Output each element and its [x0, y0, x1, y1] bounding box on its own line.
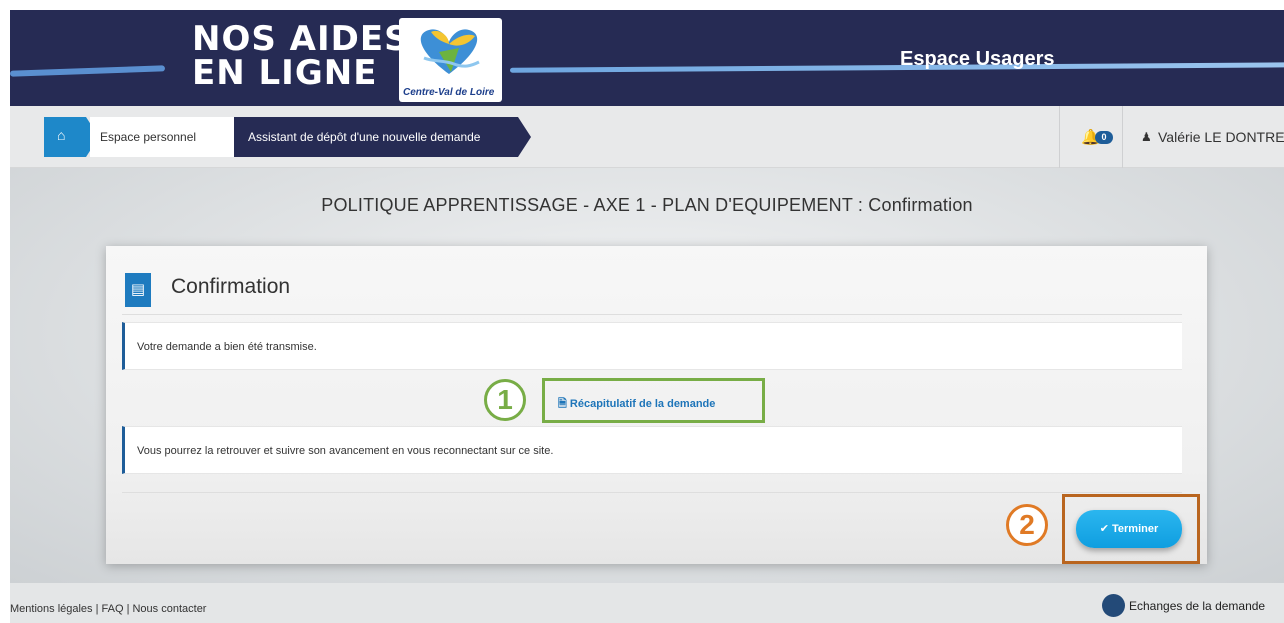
document-icon: ▤: [125, 273, 151, 307]
panel-title: Confirmation: [171, 275, 291, 298]
breadcrumb-item-current: Assistant de dépôt d'une nouvelle demand…: [234, 117, 531, 157]
breadcrumb-item-espace-personnel[interactable]: Espace personnel: [90, 117, 235, 157]
check-circle-icon: ✔: [1099, 523, 1112, 535]
message-follow: Vous pourrez la retrouver et suivre son …: [122, 426, 1182, 474]
nav-divider: [1059, 106, 1060, 168]
annotation-step-1: 1: [484, 379, 526, 421]
header-swoosh: [509, 62, 1284, 73]
home-icon: ⌂: [57, 127, 66, 143]
chat-icon: [1102, 594, 1125, 617]
divider: [122, 314, 1182, 315]
footer: Mentions légales | FAQ | Nous contacter …: [10, 583, 1284, 623]
page-title: POLITIQUE APPRENTISSAGE - AXE 1 - PLAN D…: [321, 195, 973, 215]
user-icon: ♟: [1141, 130, 1152, 144]
section-title: Espace Usagers: [900, 48, 1055, 70]
logo-caption: Centre-Val de Loire: [403, 87, 495, 98]
user-menu[interactable]: Valérie LE DONTREC: [1158, 129, 1284, 145]
echanges-label: Echanges de la demande: [1129, 599, 1266, 613]
notification-badge[interactable]: 0: [1095, 131, 1113, 144]
recap-link-label: Récapitulatif de la demande: [569, 398, 716, 410]
annotation-step-2: 2: [1006, 504, 1048, 546]
breadcrumb-bar: ⌂ Espace personnel Assistant de dépôt d'…: [10, 106, 1284, 168]
finish-button-label: Terminer: [1112, 523, 1159, 535]
logo-text[interactable]: NOS AIDES EN LIGNE: [192, 22, 410, 90]
header-swoosh: [10, 65, 166, 77]
app-header: NOS AIDES EN LIGNE Centre-Val de Loire E…: [10, 10, 1284, 106]
logo-line-2: EN LIGNE: [192, 53, 378, 93]
region-logo[interactable]: Centre-Val de Loire: [399, 18, 502, 102]
pdf-icon: 🗎: [558, 398, 570, 410]
confirmation-panel: ▤ Confirmation Votre demande a bien été …: [106, 246, 1207, 564]
finish-button[interactable]: ✔ Terminer: [1076, 510, 1182, 548]
main-content: POLITIQUE APPRENTISSAGE - AXE 1 - PLAN D…: [10, 168, 1284, 583]
divider: [122, 492, 1182, 493]
recap-pdf-link[interactable]: 🗎 Récapitulatif de la demande: [558, 395, 715, 414]
breadcrumb-home[interactable]: ⌂: [44, 117, 99, 157]
region-heart-icon: [420, 29, 480, 74]
logo-line-1: NOS AIDES: [192, 19, 410, 59]
footer-links[interactable]: Mentions légales | FAQ | Nous contacter: [10, 603, 206, 615]
message-sent: Votre demande a bien été transmise.: [122, 322, 1182, 370]
nav-divider: [1122, 106, 1123, 168]
